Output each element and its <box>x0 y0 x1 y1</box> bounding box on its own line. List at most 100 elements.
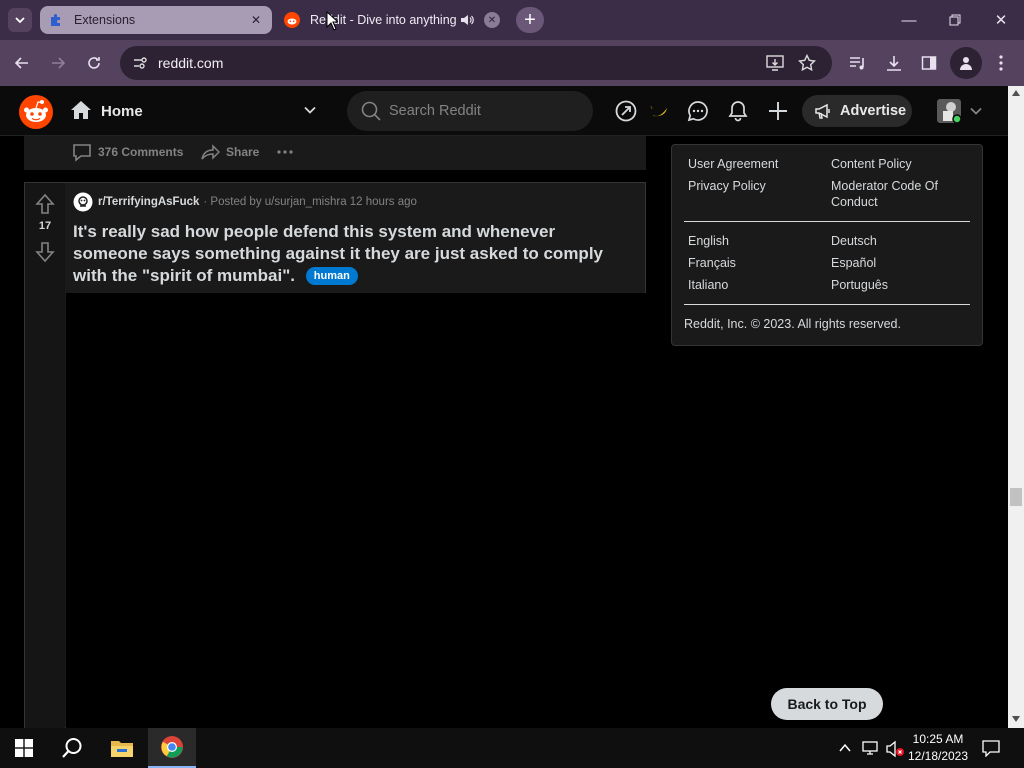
subreddit-link[interactable]: r/TerrifyingAsFuck <box>98 196 199 208</box>
chevron-down-icon <box>15 17 25 24</box>
comments-button[interactable]: 376 Comments <box>72 142 183 162</box>
chrome-taskbar-button[interactable] <box>148 728 196 768</box>
download-icon[interactable] <box>881 50 907 76</box>
footer-link-user-agreement[interactable]: User Agreement <box>688 156 778 172</box>
footer-link-content-policy[interactable]: Content Policy <box>831 156 912 172</box>
downvote-icon[interactable] <box>35 241 55 263</box>
mouse-cursor-icon <box>326 11 338 31</box>
show-hidden-icons-chevron-icon[interactable] <box>838 741 852 755</box>
divider <box>684 304 970 305</box>
chevron-down-icon[interactable] <box>969 104 983 118</box>
tab-title: Extensions <box>74 13 136 27</box>
notification-center-icon[interactable] <box>982 739 1000 757</box>
advertise-button[interactable]: Advertise <box>802 95 912 127</box>
scroll-up-arrow-icon[interactable] <box>1012 90 1020 96</box>
scrollbar-thumb[interactable] <box>1010 488 1022 506</box>
sidebar-footer-card: User Agreement Content Policy Privacy Po… <box>671 144 983 346</box>
windows-logo-icon <box>15 739 33 757</box>
close-tab-icon[interactable]: ✕ <box>248 12 264 28</box>
language-espanol[interactable]: Español <box>831 255 876 271</box>
forward-arrow-icon <box>52 57 66 69</box>
vote-column: 17 <box>25 183 65 729</box>
share-button[interactable]: Share <box>200 142 259 162</box>
minimize-button[interactable]: — <box>886 0 932 40</box>
reddit-logo-icon[interactable] <box>19 95 53 129</box>
footer-link-privacy-policy[interactable]: Privacy Policy <box>688 178 766 194</box>
profile-avatar-icon[interactable] <box>950 47 982 79</box>
post-flair[interactable]: human <box>305 267 358 285</box>
bookmark-star-icon[interactable] <box>798 54 816 72</box>
reload-icon <box>88 57 100 69</box>
feed-selector-label[interactable]: Home <box>101 103 143 120</box>
post-title-block[interactable]: It's really sad how people defend this s… <box>73 221 623 287</box>
tab-extensions[interactable]: Extensions ✕ <box>40 6 272 34</box>
close-tab-icon[interactable]: ✕ <box>484 12 500 28</box>
video-player[interactable] <box>66 293 646 729</box>
start-button[interactable] <box>0 728 48 768</box>
upvote-icon[interactable] <box>35 193 55 215</box>
post-card[interactable]: 17 r/TerrifyingAsFuck · Posted by u/surj… <box>24 182 646 729</box>
language-italiano[interactable]: Italiano <box>688 277 728 293</box>
more-options-icon[interactable] <box>276 142 294 162</box>
notification-bell-icon[interactable] <box>726 99 750 123</box>
taskbar-search-button[interactable] <box>48 728 96 768</box>
post-meta: r/TerrifyingAsFuck · Posted by u/surjan_… <box>73 192 417 212</box>
speaker-icon[interactable] <box>460 13 474 27</box>
file-explorer-button[interactable] <box>98 728 146 768</box>
chat-icon[interactable] <box>686 99 710 123</box>
back-button[interactable] <box>8 49 36 77</box>
back-arrow-icon <box>14 57 28 69</box>
puzzle-icon <box>48 12 64 28</box>
home-icon[interactable] <box>70 100 92 120</box>
footer-link-moderator-code[interactable]: Moderator Code Of Conduct <box>831 178 971 210</box>
language-portugues[interactable]: Português <box>831 277 888 293</box>
media-control-icon[interactable] <box>845 50 871 76</box>
vote-count: 17 <box>38 220 52 232</box>
reload-button[interactable] <box>80 49 108 77</box>
comment-icon <box>72 142 92 162</box>
chevron-down-icon[interactable] <box>303 103 317 117</box>
clock-time: 10:25 AM <box>912 732 964 746</box>
restore-icon <box>949 14 961 26</box>
search-bar[interactable] <box>347 91 593 131</box>
volume-muted-icon[interactable] <box>886 740 906 758</box>
network-icon[interactable] <box>862 740 880 756</box>
clock-date: 12/18/2023 <box>907 749 969 763</box>
copyright-text: Reddit, Inc. © 2023. All rights reserved… <box>684 317 901 331</box>
forward-button[interactable] <box>44 49 72 77</box>
taskbar-clock[interactable]: 10:25 AM 12/18/2023 <box>904 731 972 765</box>
site-info-icon[interactable] <box>130 53 150 73</box>
create-post-icon[interactable] <box>766 99 790 123</box>
share-icon <box>200 142 220 162</box>
address-bar[interactable]: reddit.com <box>120 46 832 80</box>
url-text: reddit.com <box>158 55 224 71</box>
comments-label: 376 Comments <box>98 145 184 159</box>
browser-menu-icon[interactable] <box>988 50 1014 76</box>
user-avatar[interactable] <box>936 98 962 124</box>
language-francais[interactable]: Français <box>688 255 736 271</box>
browser-tab-strip: Extensions ✕ Reddit - Dive into anything… <box>0 0 1024 40</box>
page-scrollbar[interactable] <box>1008 86 1024 728</box>
reddit-header: Home Advertise <box>0 86 1008 136</box>
close-window-button[interactable]: ✕ <box>978 0 1024 40</box>
post-author-time: · Posted by u/surjan_mishra 12 hours ago <box>203 196 417 208</box>
browser-toolbar: reddit.com <box>0 40 1024 86</box>
restore-button[interactable] <box>932 0 978 40</box>
search-icon <box>62 738 82 758</box>
tab-search-button[interactable] <box>8 8 32 32</box>
previous-post-actions: 376 Comments Share <box>24 136 646 170</box>
new-tab-button[interactable]: + <box>516 7 544 33</box>
scroll-down-arrow-icon[interactable] <box>1012 716 1020 722</box>
banana-icon[interactable] <box>647 99 671 123</box>
search-input[interactable] <box>389 103 569 119</box>
language-english[interactable]: English <box>688 233 729 249</box>
language-deutsch[interactable]: Deutsch <box>831 233 877 249</box>
tab-reddit[interactable]: Reddit - Dive into anything ✕ <box>276 6 508 34</box>
divider <box>684 221 970 222</box>
install-app-icon[interactable] <box>766 54 784 72</box>
back-to-top-button[interactable]: Back to Top <box>771 688 883 720</box>
side-panel-icon[interactable] <box>916 50 942 76</box>
popular-icon[interactable] <box>614 99 638 123</box>
chrome-icon <box>161 736 183 758</box>
subreddit-icon[interactable] <box>73 192 93 212</box>
